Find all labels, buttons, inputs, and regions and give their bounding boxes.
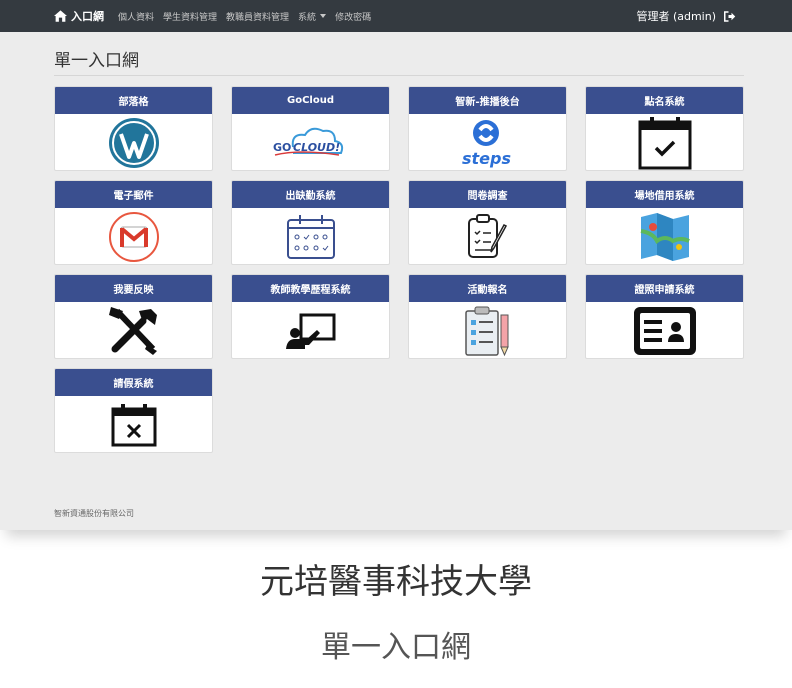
card-title: 部落格 [55,87,212,114]
card-blog[interactable]: 部落格 [54,86,213,171]
nav-dropdown-system[interactable]: 系統 [298,10,327,23]
nav-link-profile[interactable]: 個人資料 [118,10,154,23]
card-rollcall[interactable]: 點名系統 [585,86,744,171]
svg-text:steps: steps [462,149,511,168]
brand-link[interactable]: 入口網 [54,8,104,24]
card-title: 請假系統 [55,369,212,396]
card-title: 證照申請系統 [586,275,743,302]
card-title: 出缺勤系統 [232,181,389,208]
card-title: 點名系統 [586,87,743,114]
school-name: 元培醫事科技大學 [260,562,532,602]
card-title: 教師教學歷程系統 [232,275,389,302]
card-email[interactable]: 電子郵件 [54,180,213,265]
checklist-pencil-icon [464,306,509,356]
home-icon [54,10,67,22]
card-survey[interactable]: 問卷調查 [408,180,567,265]
nav-dropdown-system-label: 系統 [298,12,317,23]
logout-icon[interactable] [724,10,736,22]
card-title: 智新-推播後台 [409,87,566,114]
map-icon [640,212,690,261]
card-title: 場地借用系統 [586,181,743,208]
card-event-signup[interactable]: 活動報名 [408,274,567,359]
main-content: 單一入口網 部落格 GoCloud GO CLOUD! 智新-推播後台 step… [0,32,792,498]
card-attendance[interactable]: 出缺勤系統 [231,180,390,265]
card-teaching-portfolio[interactable]: 教師教學歷程系統 [231,274,390,359]
gmail-icon [108,211,159,262]
card-push[interactable]: 智新-推播後台 steps [408,86,567,171]
gocloud-logo: GO CLOUD! [273,127,343,156]
card-leave[interactable]: 請假系統 [54,368,213,453]
top-navbar: 入口網 個人資料 學生資料管理 教職員資料管理 系統 修改密碼 管理者 (adm… [0,0,792,32]
card-gocloud[interactable]: GoCloud GO CLOUD! [231,86,390,171]
card-title: GoCloud [232,87,389,114]
teacher-board-icon [285,313,335,349]
card-feedback[interactable]: 我要反映 [54,274,213,359]
card-title: 問卷調查 [409,181,566,208]
brand-label: 入口網 [71,10,104,23]
calendar-x-icon [111,403,156,446]
wordpress-icon [108,117,159,168]
nav-link-staff[interactable]: 教職員資料管理 [226,10,289,23]
card-title: 我要反映 [55,275,212,302]
nav-link-students[interactable]: 學生資料管理 [163,10,217,23]
steps-logo: steps [462,119,511,168]
footer: 智新資通股份有限公司 [0,498,792,530]
tools-icon [108,306,157,355]
card-venue[interactable]: 場地借用系統 [585,180,744,265]
caret-down-icon [320,14,327,18]
nav-link-password[interactable]: 修改密碼 [335,10,371,23]
card-title: 電子郵件 [55,181,212,208]
portal-subtitle: 單一入口網 [321,630,471,665]
user-name[interactable]: 管理者 (admin) [636,8,716,24]
card-title: 活動報名 [409,275,566,302]
page-title: 單一入口網 [54,51,139,71]
card-license[interactable]: 證照申請系統 [585,274,744,359]
divider [54,75,744,76]
clipboard-pen-icon [467,213,507,258]
calendar-check-icon [638,116,691,169]
footer-company: 智新資通股份有限公司 [54,509,134,518]
id-card-icon [633,306,696,355]
calendar-grid-icon [286,214,335,259]
